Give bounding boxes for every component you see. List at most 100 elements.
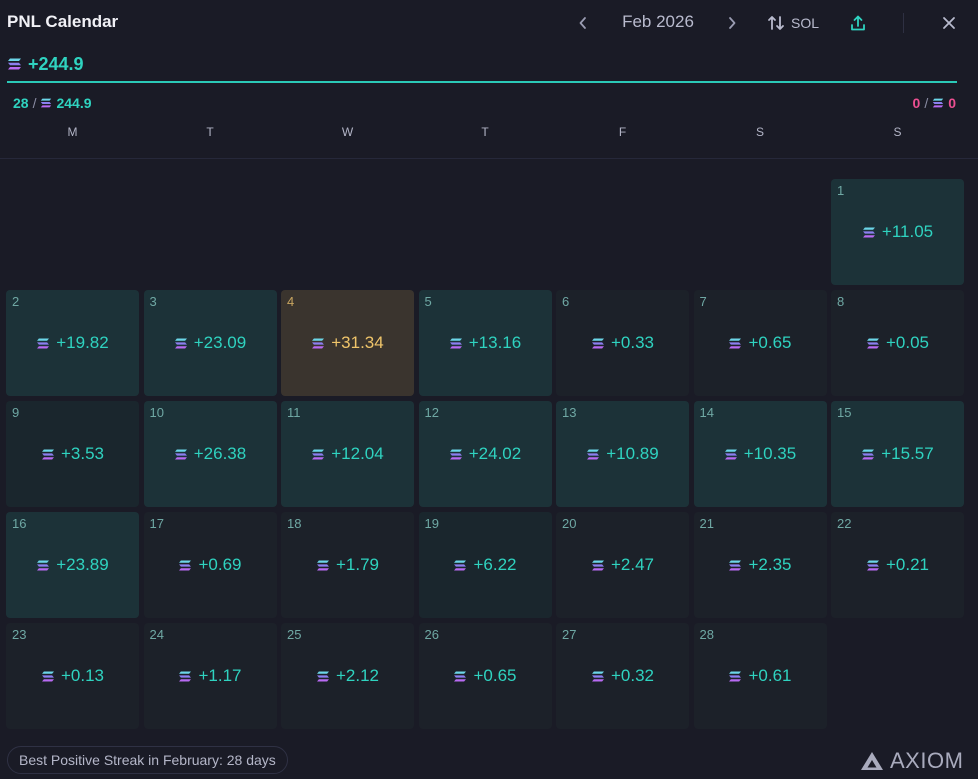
next-month-button[interactable] <box>721 10 743 36</box>
calendar-day[interactable]: 7 +0.65 <box>693 290 827 396</box>
calendar-day[interactable]: 21 +2.35 <box>693 512 827 618</box>
currency-label: SOL <box>791 15 820 31</box>
solana-icon <box>454 559 467 571</box>
solana-icon <box>312 337 325 349</box>
calendar-day[interactable]: 16 +23.89 <box>6 512 139 618</box>
share-button[interactable] <box>847 11 869 35</box>
solana-icon <box>729 559 742 571</box>
solana-icon <box>862 448 875 460</box>
day-number: 5 <box>424 294 432 309</box>
calendar-day[interactable]: 17 +0.69 <box>143 512 277 618</box>
solana-icon <box>317 670 329 682</box>
calendar-day[interactable]: 13 +10.89 <box>556 401 689 507</box>
day-number: 10 <box>149 405 164 420</box>
day-pnl: +0.32 <box>556 666 689 686</box>
day-pnl: +10.35 <box>694 444 827 464</box>
day-pnl: +31.34 <box>281 333 414 353</box>
negative-days-total: 0 <box>948 95 956 111</box>
weekday-thu: T <box>481 125 489 139</box>
solana-icon <box>317 559 329 571</box>
day-pnl-value: +6.22 <box>473 555 517 574</box>
calendar-day[interactable]: 2 +19.82 <box>6 290 139 396</box>
day-pnl-value: +2.12 <box>335 666 379 685</box>
calendar-day[interactable]: 14 +10.35 <box>693 401 827 507</box>
day-number: 7 <box>699 294 707 309</box>
day-pnl: +12.04 <box>281 444 414 464</box>
day-pnl-value: +0.13 <box>60 666 104 685</box>
day-number: 17 <box>149 516 164 531</box>
close-button[interactable] <box>938 11 960 35</box>
solana-icon <box>867 559 879 571</box>
currency-toggle-button[interactable]: SOL <box>767 12 819 34</box>
day-number: 22 <box>837 516 852 531</box>
day-number: 4 <box>287 294 295 309</box>
negative-days-count: 0 <box>912 95 921 111</box>
day-number: 25 <box>287 627 302 642</box>
calendar-day[interactable]: 19 +6.22 <box>418 512 552 618</box>
total-pnl: +244.9 <box>7 52 84 76</box>
day-pnl-value: +3.53 <box>60 444 104 463</box>
prev-month-button[interactable] <box>572 10 594 36</box>
calendar-day[interactable]: 22 +0.21 <box>831 512 964 618</box>
calendar-day[interactable]: 9 +3.53 <box>6 401 139 507</box>
calendar-day[interactable]: 1 +11.05 <box>831 179 964 285</box>
calendar-day[interactable]: 23 +0.13 <box>6 623 139 729</box>
solana-icon <box>42 670 54 682</box>
day-pnl-value: +19.82 <box>56 333 109 352</box>
solana-icon <box>729 670 742 682</box>
day-pnl-value: +31.34 <box>331 333 384 352</box>
weekday-sun: S <box>893 125 902 139</box>
calendar-day[interactable]: 27 +0.32 <box>556 623 689 729</box>
solana-icon <box>867 337 879 349</box>
header-divider <box>903 13 904 33</box>
calendar-day[interactable]: 8 +0.05 <box>831 290 964 396</box>
calendar-day[interactable]: 25 +2.12 <box>281 623 414 729</box>
solana-icon <box>174 448 187 460</box>
solana-icon <box>724 448 737 460</box>
day-pnl: +0.05 <box>831 333 964 353</box>
day-pnl-value: +0.69 <box>198 555 242 574</box>
weekday-sat: S <box>755 125 764 139</box>
positive-days-count: 28 <box>13 95 29 111</box>
day-pnl: +0.65 <box>419 666 552 686</box>
calendar-day[interactable]: 5 +13.16 <box>418 290 552 396</box>
calendar-day[interactable]: 6 +0.33 <box>556 290 689 396</box>
share-upload-icon <box>851 15 865 31</box>
calendar-day[interactable]: 10 +26.38 <box>143 401 277 507</box>
day-pnl-value: +0.05 <box>885 333 929 352</box>
calendar-day[interactable]: 4 +31.34 <box>281 290 414 396</box>
calendar-day[interactable]: 28 +0.61 <box>693 623 827 729</box>
day-pnl: +2.35 <box>694 555 827 575</box>
day-pnl-value: +1.17 <box>198 666 242 685</box>
day-pnl: +26.38 <box>144 444 277 464</box>
calendar-day[interactable]: 26 +0.65 <box>418 623 552 729</box>
day-pnl: +10.89 <box>556 444 689 464</box>
day-pnl: +19.82 <box>6 333 139 353</box>
day-number: 12 <box>424 405 439 420</box>
day-number: 14 <box>699 405 714 420</box>
positive-days-total: 244.9 <box>56 95 92 111</box>
calendar-day[interactable]: 15 +15.57 <box>831 401 964 507</box>
calendar-day[interactable]: 3 +23.09 <box>143 290 277 396</box>
day-pnl: +0.33 <box>556 333 689 353</box>
calendar-day[interactable]: 18 +1.79 <box>281 512 414 618</box>
close-icon <box>943 17 955 29</box>
day-number: 2 <box>12 294 20 309</box>
calendar-day[interactable]: 11 +12.04 <box>281 401 414 507</box>
day-number: 24 <box>149 627 164 642</box>
day-pnl: +0.13 <box>6 666 139 686</box>
day-number: 27 <box>562 627 577 642</box>
solana-icon <box>179 670 192 682</box>
calendar-day[interactable]: 24 +1.17 <box>143 623 277 729</box>
total-progress-bar <box>7 81 957 83</box>
solana-icon <box>42 448 54 460</box>
day-pnl: +24.02 <box>419 444 552 464</box>
calendar-day[interactable]: 12 +24.02 <box>418 401 552 507</box>
solana-icon <box>587 448 600 460</box>
calendar-day[interactable]: 20 +2.47 <box>556 512 689 618</box>
weekday-divider <box>0 158 978 159</box>
day-number: 11 <box>287 405 301 420</box>
day-pnl: +23.89 <box>6 555 139 575</box>
solana-icon <box>592 559 604 571</box>
day-pnl-value: +13.16 <box>468 333 522 352</box>
